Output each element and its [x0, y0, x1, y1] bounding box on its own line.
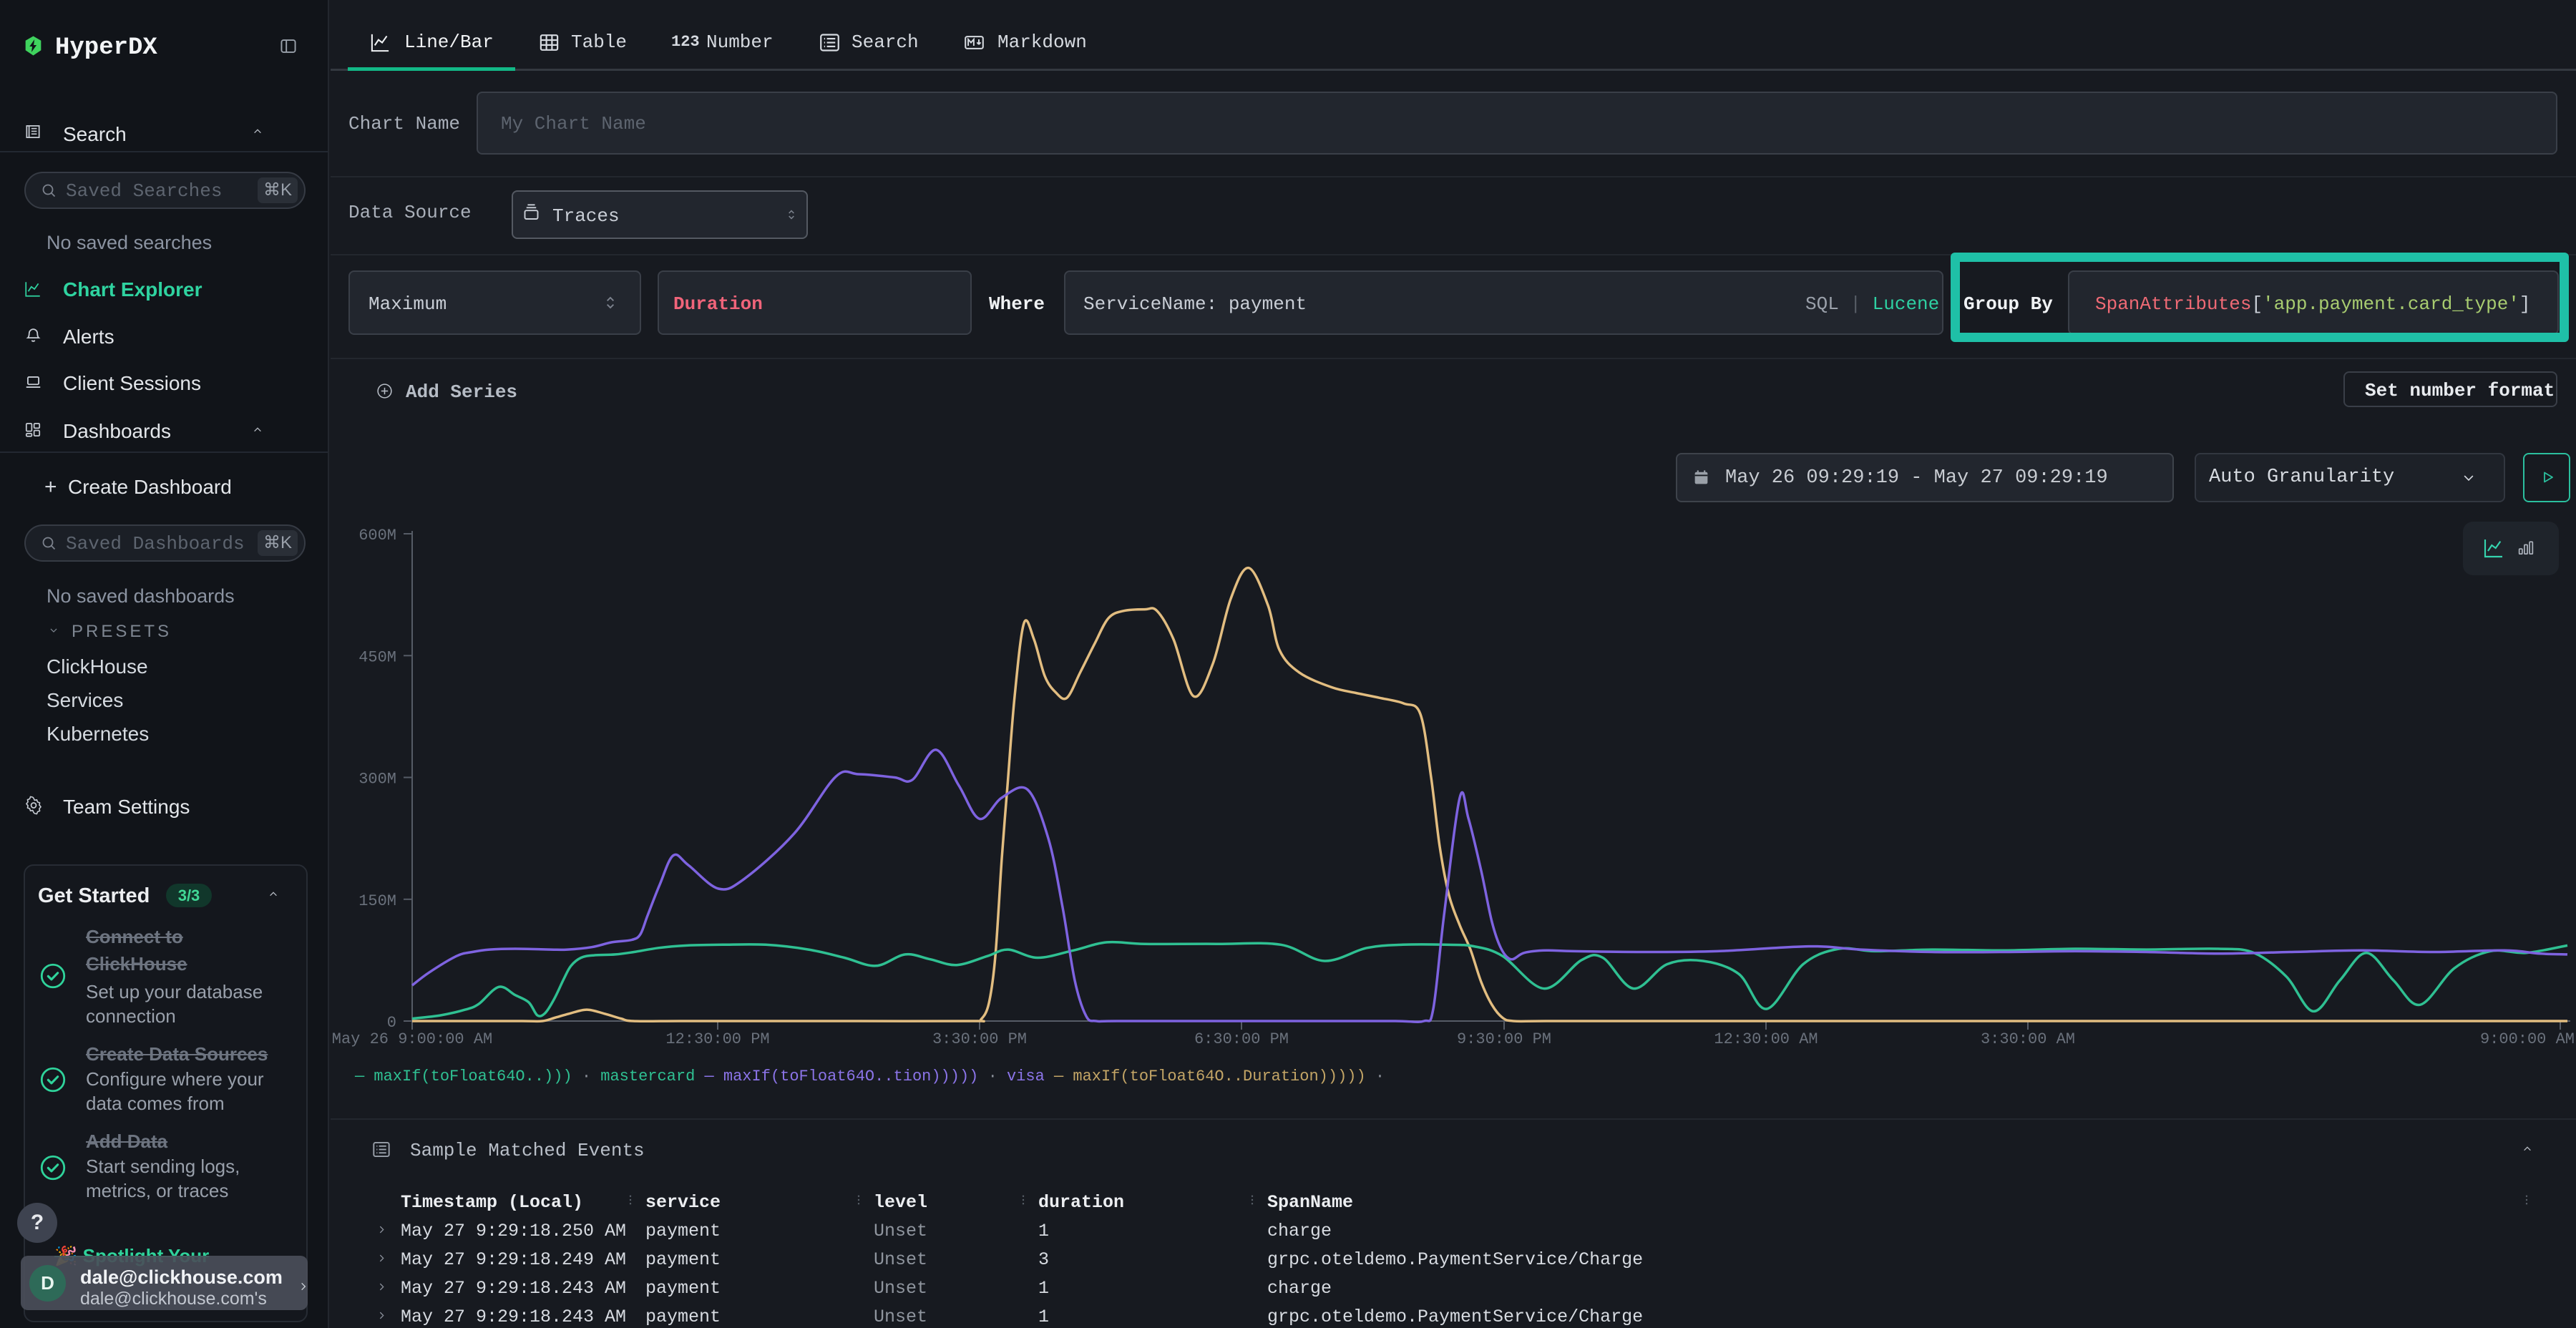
- svg-text:9:00:00 AM: 9:00:00 AM: [2480, 1030, 2575, 1048]
- svg-text:12:30:00 PM: 12:30:00 PM: [665, 1030, 769, 1048]
- svg-text:May 26 9:00:00 AM: May 26 9:00:00 AM: [332, 1030, 492, 1048]
- svg-text:12:30:00 AM: 12:30:00 AM: [1714, 1030, 1818, 1048]
- svg-text:3:30:00 AM: 3:30:00 AM: [1981, 1030, 2075, 1048]
- svg-text:9:30:00 PM: 9:30:00 PM: [1457, 1030, 1551, 1048]
- svg-text:600M: 600M: [358, 527, 396, 545]
- svg-text:3:30:00 PM: 3:30:00 PM: [932, 1030, 1027, 1048]
- svg-text:150M: 150M: [358, 892, 396, 910]
- svg-text:450M: 450M: [358, 648, 396, 666]
- svg-text:6:30:00 PM: 6:30:00 PM: [1194, 1030, 1289, 1048]
- svg-text:300M: 300M: [358, 771, 396, 788]
- svg-text:0: 0: [387, 1014, 396, 1032]
